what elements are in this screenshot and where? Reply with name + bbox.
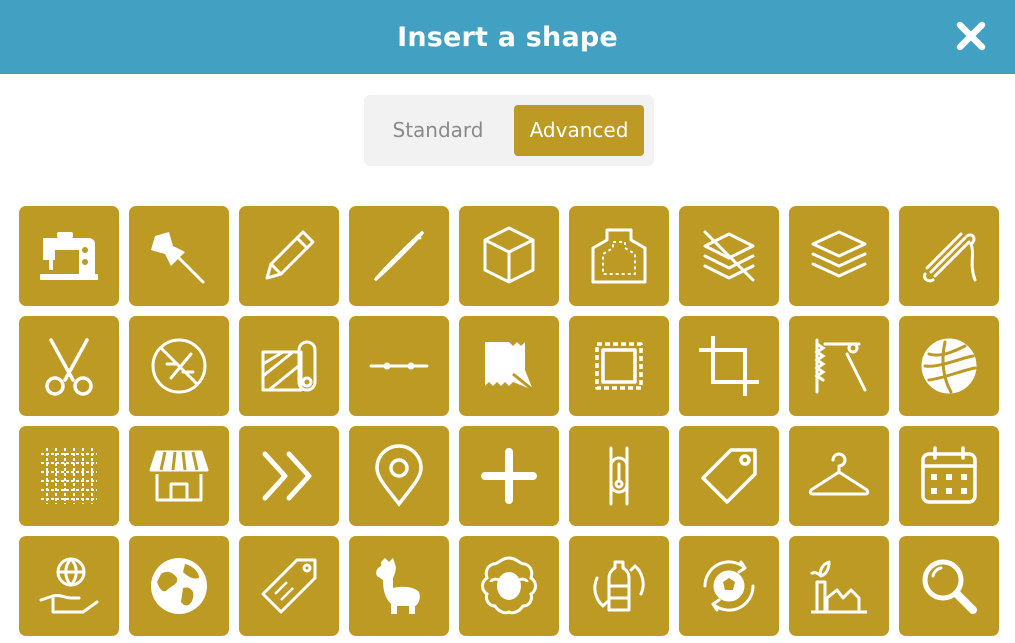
shape-tile[interactable] [789, 426, 889, 526]
plus-icon [481, 448, 537, 504]
globe-hand-icon [39, 557, 99, 614]
shape-tile[interactable] [899, 426, 999, 526]
layers-icon [811, 230, 867, 278]
calendar-icon [921, 446, 977, 504]
shape-tile[interactable] [569, 536, 669, 636]
shape-tile[interactable] [569, 426, 669, 526]
shape-tile[interactable] [789, 536, 889, 636]
no-layers-icon [703, 230, 755, 282]
yarn-skein-icon [923, 232, 977, 283]
shape-tile[interactable] [349, 206, 449, 306]
fabric-swatch-icon [485, 342, 534, 392]
shape-tile[interactable] [129, 536, 229, 636]
factory-plant-icon [809, 560, 867, 614]
hand-sewing-icon [814, 338, 867, 394]
stitch-line-icon [369, 362, 429, 370]
ball-recycle-icon [703, 560, 755, 612]
scissors-icon [45, 338, 93, 396]
shape-tile[interactable] [239, 426, 339, 526]
tab-advanced[interactable]: Advanced [514, 105, 644, 156]
shape-tile[interactable] [899, 536, 999, 636]
crop-icon [699, 336, 759, 396]
stamp-frame-icon [595, 342, 643, 390]
shape-set-toggle: Standard Advanced [364, 95, 654, 166]
shape-tile[interactable] [679, 536, 779, 636]
shape-tile[interactable] [789, 206, 889, 306]
zipper-icon [609, 446, 629, 506]
yarn-ball-icon [921, 338, 977, 394]
shape-tile[interactable] [19, 206, 119, 306]
cube-icon [483, 226, 535, 284]
fabric-roll-icon [261, 340, 317, 392]
eco-tag-icon [261, 558, 317, 614]
shape-tile[interactable] [129, 206, 229, 306]
shop-icon [149, 450, 209, 502]
shape-tile[interactable] [19, 426, 119, 526]
shape-tile[interactable] [349, 316, 449, 416]
location-pin-icon [375, 444, 423, 507]
shape-tile[interactable] [129, 316, 229, 416]
shape-tile[interactable] [899, 206, 999, 306]
shape-tile[interactable] [239, 206, 339, 306]
shape-tile[interactable] [349, 536, 449, 636]
bottle-recycle-icon [593, 560, 645, 612]
magnifier-icon [922, 559, 977, 614]
needle-icon [373, 230, 425, 282]
shape-tile[interactable] [679, 426, 779, 526]
pushpin-icon [151, 232, 205, 284]
shape-tile[interactable] [459, 206, 559, 306]
shape-tile[interactable] [19, 316, 119, 416]
tab-standard[interactable]: Standard [374, 105, 502, 156]
shape-tile[interactable] [239, 316, 339, 416]
shape-tile[interactable] [569, 206, 669, 306]
sheep-icon [481, 556, 537, 615]
close-icon[interactable] [955, 20, 987, 52]
shape-tile[interactable] [679, 206, 779, 306]
shape-tile[interactable] [899, 316, 999, 416]
apron-pattern-icon [591, 228, 647, 284]
shape-tile[interactable] [19, 536, 119, 636]
hanger-icon [808, 452, 870, 496]
shape-tile[interactable] [129, 426, 229, 526]
alpaca-icon [376, 558, 420, 614]
no-sewing-icon [151, 338, 207, 394]
dialog-title: Insert a shape [397, 21, 618, 53]
shape-tile[interactable] [459, 426, 559, 526]
dialog-header: Insert a shape [0, 0, 1015, 74]
double-chevron-icon [262, 451, 312, 501]
price-tag-icon [701, 448, 757, 504]
shape-tile[interactable] [569, 316, 669, 416]
earth-icon [151, 558, 207, 614]
shape-tile[interactable] [459, 536, 559, 636]
shape-tile[interactable] [789, 316, 889, 416]
pencil-icon [265, 230, 315, 280]
sewing-machine-icon [40, 232, 98, 280]
shape-grid [19, 206, 999, 636]
shape-tile[interactable] [459, 316, 559, 416]
shape-tile[interactable] [349, 426, 449, 526]
mesh-fabric-icon [41, 448, 97, 504]
shape-tile[interactable] [239, 536, 339, 636]
shape-tile[interactable] [679, 316, 779, 416]
